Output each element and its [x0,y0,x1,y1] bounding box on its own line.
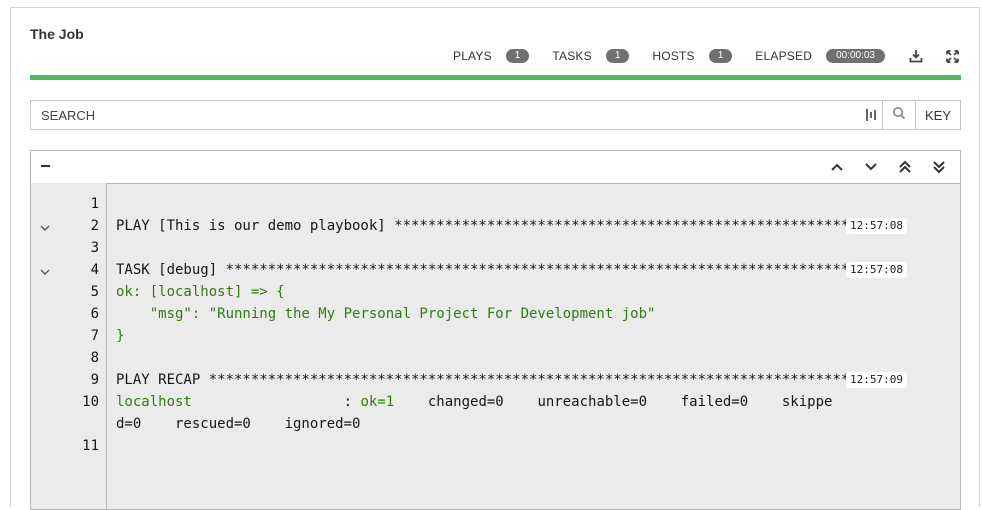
line-text: PLAY RECAP *****************************… [116,372,892,388]
collapse-all-button[interactable] [41,158,51,174]
line-number: 11 [82,438,99,454]
chevron-up-icon [831,163,843,171]
recap-rest: changed=0 unreachable=0 failed=0 skippe [394,394,833,410]
line-number: 9 [90,372,99,388]
filter-icon[interactable] [860,100,882,130]
download-icon[interactable] [907,47,925,65]
hosts-count-badge: 1 [708,49,733,63]
scroll-previous-button[interactable] [820,158,854,176]
search-icon [892,106,906,125]
scroll-top-button[interactable] [888,158,922,176]
job-stats: PLAYS 1 TASKS 1 HOSTS 1 ELAPSED 00:00:03 [430,47,961,65]
expand-icon[interactable] [943,47,961,65]
output-line-10: 10 localhost : ok=1 changed=0 unreachabl… [31,391,960,413]
output-line-3: 3 [31,237,960,259]
line-text: d=0 rescued=0 ignored=0 [116,416,361,432]
output-line-4: 4 TASK [debug] *************************… [31,259,960,281]
line-number: 1 [90,196,99,212]
line-timestamp: 12:57:08 [846,218,907,234]
elapsed-label: ELAPSED [755,49,813,63]
line-text: TASK [debug] ***************************… [116,262,892,278]
job-title: The Job [30,26,84,42]
line-number: 3 [90,240,99,256]
fullscreen-button[interactable] [943,47,961,65]
recap-separator: : [191,394,361,410]
line-number: 4 [90,262,99,278]
line-number: 8 [90,350,99,366]
line-text: } [116,328,125,344]
recap-host: localhost [116,394,192,410]
search-input[interactable] [30,100,860,130]
line-number: 10 [82,394,99,410]
search-bar: KEY [30,100,961,130]
search-button[interactable] [882,100,916,130]
output-line-2: 2 PLAY [This is our demo playbook] *****… [31,215,960,237]
job-output-panel: 1 2 PLAY [This is our demo playbook] ***… [30,150,961,510]
output-line-9: 9 PLAY RECAP ***************************… [31,369,960,391]
job-output-card: The Job PLAYS 1 TASKS 1 HOSTS 1 ELAPSED … [10,7,980,510]
line-timestamp: 12:57:09 [846,372,907,388]
tasks-count-badge: 1 [605,49,630,63]
line-text: "msg": "Running the My Personal Project … [116,306,656,322]
output-line-10-wrap: d=0 rescued=0 ignored=0 [31,413,960,435]
download-button[interactable] [907,47,925,65]
minus-icon [41,165,50,167]
scroll-controls [820,158,956,176]
line-number: 5 [90,284,99,300]
line-number: 2 [90,218,99,234]
line-number: 7 [90,328,99,344]
output-line-8: 8 [31,347,960,369]
key-button[interactable]: KEY [916,100,961,130]
job-progress-bar [30,75,961,80]
hosts-label: HOSTS [652,49,695,63]
line-text: localhost : ok=1 changed=0 unreachable=0… [116,391,960,413]
line-number: 6 [90,306,99,322]
output-line-5: 5 ok: [localhost] => { [31,281,960,303]
output-line-11: 11 [31,435,960,457]
elapsed-stat: ELAPSED 00:00:03 [755,49,885,63]
plays-count-badge: 1 [505,49,530,63]
line-timestamp: 12:57:08 [846,262,907,278]
hosts-stat: HOSTS 1 [652,49,733,63]
plays-stat: PLAYS 1 [452,49,530,63]
scroll-next-button[interactable] [854,158,888,176]
tasks-stat: TASKS 1 [552,49,630,63]
recap-ok: ok=1 [360,394,395,410]
chevron-down-icon [865,163,877,171]
output-line-7: 7 } [31,325,960,347]
line-text: ok: [localhost] => { [116,284,285,300]
output-lines: 1 2 PLAY [This is our demo playbook] ***… [31,193,960,457]
double-chevron-down-icon [933,161,945,174]
scroll-bottom-button[interactable] [922,158,956,176]
plays-label: PLAYS [452,49,492,63]
elapsed-badge: 00:00:03 [826,49,885,63]
output-line-6: 6 "msg": "Running the My Personal Projec… [31,303,960,325]
line-text: PLAY [This is our demo playbook] *******… [116,218,892,234]
output-toolbar [31,151,960,184]
double-chevron-up-icon [899,160,911,173]
output-line-1: 1 [31,193,960,215]
tasks-label: TASKS [552,49,592,63]
